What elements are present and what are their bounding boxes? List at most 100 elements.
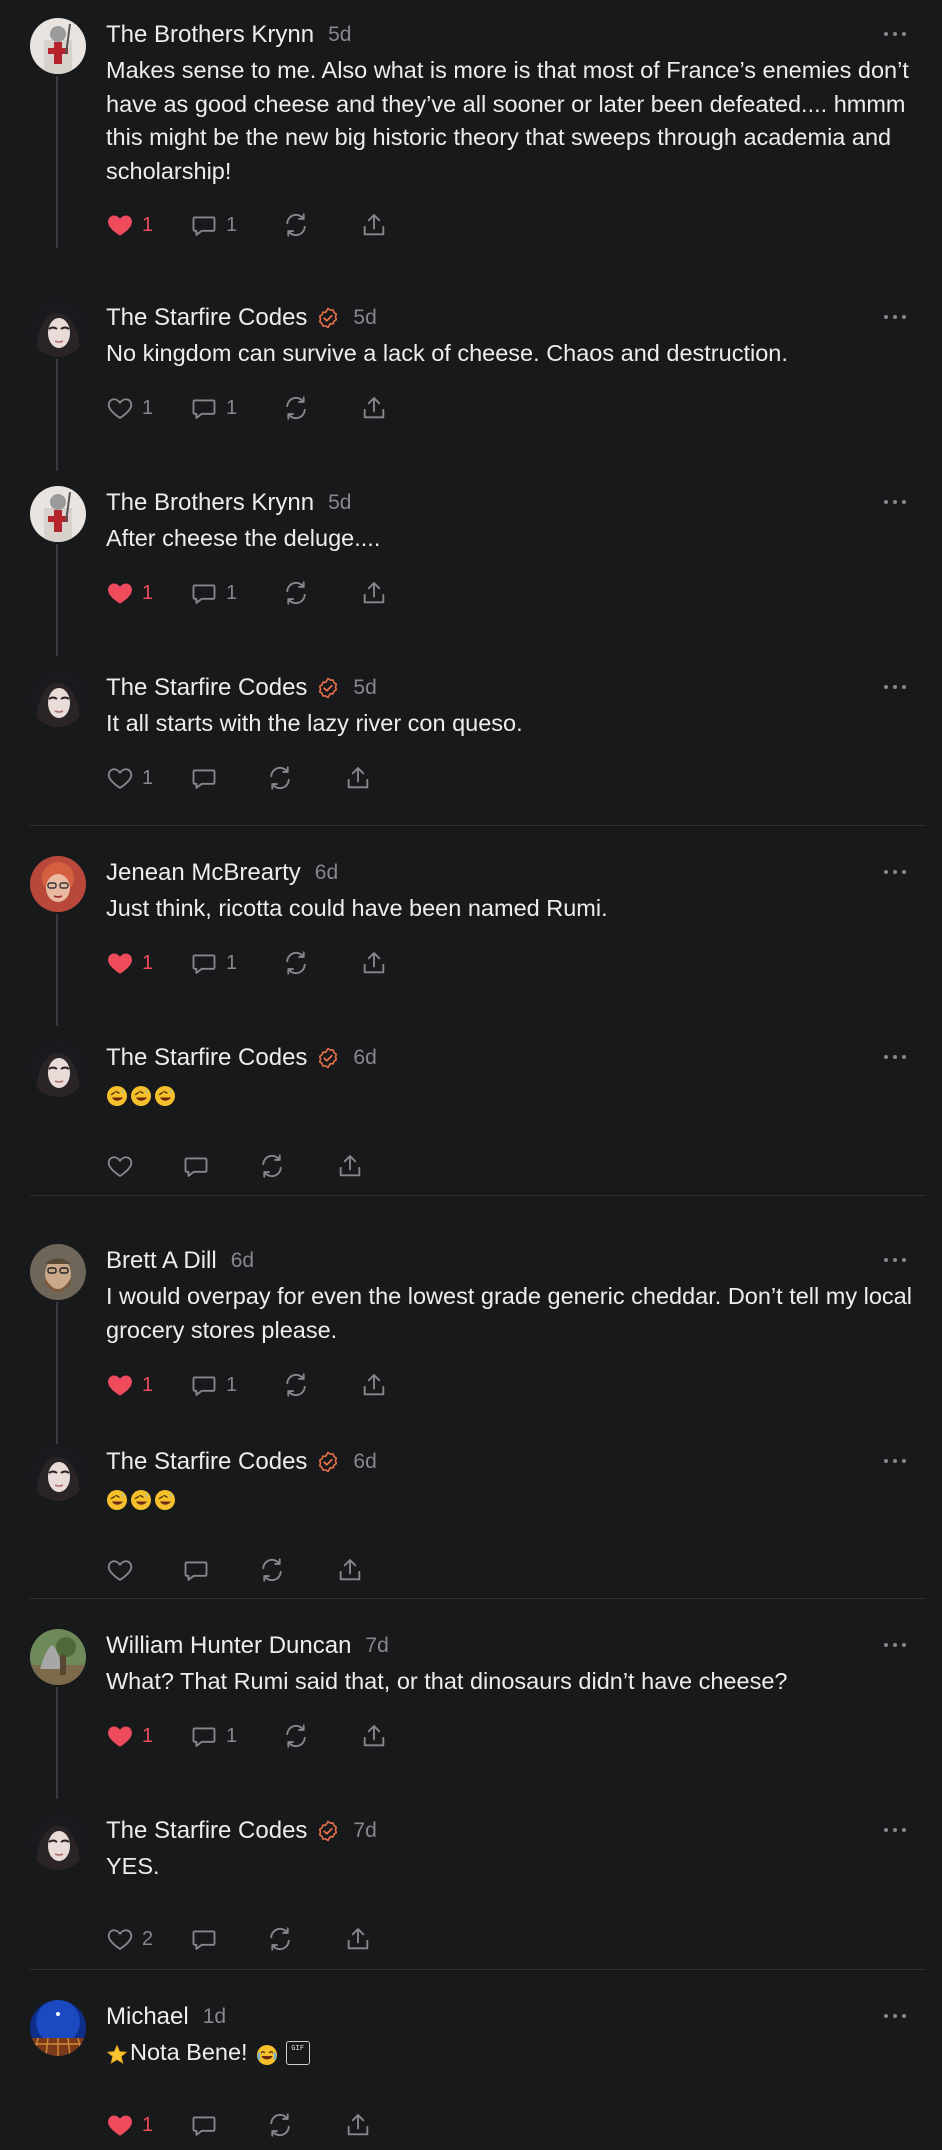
- share-button[interactable]: [360, 578, 388, 608]
- comment-timestamp[interactable]: 5d: [328, 491, 351, 515]
- more-dots-icon[interactable]: [882, 677, 908, 697]
- share-button[interactable]: [344, 1924, 372, 1954]
- reply-button[interactable]: [182, 1151, 210, 1181]
- restack-button[interactable]: [258, 1555, 286, 1585]
- restack-button[interactable]: [266, 1924, 294, 1954]
- comment-timestamp[interactable]: 7d: [353, 1819, 376, 1843]
- avatar[interactable]: [30, 486, 86, 542]
- comment-timestamp[interactable]: 5d: [328, 23, 351, 47]
- comment-timestamp[interactable]: 6d: [231, 1249, 254, 1273]
- author-name[interactable]: The Starfire Codes: [106, 1817, 307, 1845]
- like-button[interactable]: [106, 1555, 134, 1585]
- comment-bubble-icon: [190, 1371, 218, 1399]
- avatar[interactable]: [30, 301, 86, 357]
- author-name[interactable]: The Starfire Codes: [106, 1448, 307, 1476]
- share-button[interactable]: [344, 763, 372, 793]
- comment-text: Just think, ricotta could have been name…: [106, 895, 608, 921]
- like-button[interactable]: 1: [106, 2110, 153, 2140]
- share-button[interactable]: [360, 1370, 388, 1400]
- reply-button[interactable]: [190, 763, 218, 793]
- like-button[interactable]: 2: [106, 1924, 153, 1954]
- restack-button[interactable]: [266, 763, 294, 793]
- share-button[interactable]: [344, 2110, 372, 2140]
- reply-button[interactable]: [190, 1924, 218, 1954]
- more-dots-icon[interactable]: [882, 862, 908, 882]
- more-dots-icon[interactable]: [882, 1250, 908, 1270]
- like-button[interactable]: 1: [106, 763, 153, 793]
- reply-count: 1: [226, 396, 238, 419]
- author-name[interactable]: The Starfire Codes: [106, 674, 307, 702]
- comment-timestamp[interactable]: 6d: [353, 1450, 376, 1474]
- author-name[interactable]: The Brothers Krynn: [106, 21, 314, 49]
- thread-connector-line: [56, 76, 58, 248]
- restack-button[interactable]: [282, 1721, 310, 1751]
- reply-button[interactable]: [190, 2110, 218, 2140]
- restack-button[interactable]: [282, 393, 310, 423]
- share-button[interactable]: [336, 1151, 364, 1181]
- share-icon: [360, 1371, 388, 1399]
- reply-button[interactable]: 1: [190, 1721, 237, 1751]
- restack-button[interactable]: [282, 948, 310, 978]
- like-button[interactable]: [106, 1151, 134, 1181]
- restack-button[interactable]: [282, 1370, 310, 1400]
- author-name[interactable]: The Starfire Codes: [106, 1044, 307, 1072]
- share-button[interactable]: [360, 1721, 388, 1751]
- rofl-emoji-icon: [130, 1487, 152, 1510]
- avatar[interactable]: [30, 1244, 86, 1300]
- like-button[interactable]: 1: [106, 393, 153, 423]
- more-dots-icon[interactable]: [882, 492, 908, 512]
- like-button[interactable]: 1: [106, 1370, 153, 1400]
- comment-timestamp[interactable]: 6d: [315, 861, 338, 885]
- author-name[interactable]: Michael: [106, 2003, 189, 2031]
- avatar[interactable]: [30, 1445, 86, 1501]
- more-dots-icon[interactable]: [882, 1451, 908, 1471]
- restack-button[interactable]: [258, 1151, 286, 1181]
- comment-timestamp[interactable]: 5d: [353, 306, 376, 330]
- author-name[interactable]: Brett A Dill: [106, 1247, 217, 1275]
- more-dots-icon[interactable]: [882, 1820, 908, 1840]
- reply-button[interactable]: 1: [190, 210, 237, 240]
- heart-icon: [106, 2111, 134, 2139]
- comment-body: The Starfire Codes 5d It all starts with t…: [106, 671, 912, 790]
- like-button[interactable]: 1: [106, 578, 153, 608]
- avatar[interactable]: [30, 1041, 86, 1097]
- avatar[interactable]: [30, 18, 86, 74]
- comment-timestamp[interactable]: 6d: [353, 1046, 376, 1070]
- comment-timestamp[interactable]: 1d: [203, 2005, 226, 2029]
- share-button[interactable]: [360, 948, 388, 978]
- author-name[interactable]: The Brothers Krynn: [106, 489, 314, 517]
- avatar[interactable]: [30, 1814, 86, 1870]
- gif-badge[interactable]: GIF: [285, 2040, 310, 2065]
- avatar[interactable]: [30, 1629, 86, 1685]
- like-button[interactable]: 1: [106, 210, 153, 240]
- share-button[interactable]: [360, 210, 388, 240]
- author-name[interactable]: Jenean McBrearty: [106, 859, 301, 887]
- avatar[interactable]: [30, 856, 86, 912]
- reply-count: 1: [226, 1373, 238, 1396]
- like-button[interactable]: 1: [106, 1721, 153, 1751]
- share-button[interactable]: [360, 393, 388, 423]
- avatar[interactable]: [30, 2000, 86, 2056]
- more-dots-icon[interactable]: [882, 24, 908, 44]
- more-dots-icon[interactable]: [882, 307, 908, 327]
- comment-timestamp[interactable]: 7d: [365, 1634, 388, 1658]
- author-name[interactable]: The Starfire Codes: [106, 304, 307, 332]
- more-dots-icon[interactable]: [882, 1047, 908, 1067]
- comment-body: Michael 1d Nota Bene! GIF 1: [106, 2000, 912, 2137]
- restack-button[interactable]: [282, 210, 310, 240]
- reply-button[interactable]: 1: [190, 393, 237, 423]
- avatar[interactable]: [30, 671, 86, 727]
- more-dots-icon[interactable]: [882, 2006, 908, 2026]
- reply-button[interactable]: 1: [190, 1370, 237, 1400]
- restack-button[interactable]: [266, 2110, 294, 2140]
- reply-button[interactable]: 1: [190, 578, 237, 608]
- share-button[interactable]: [336, 1555, 364, 1585]
- author-name[interactable]: William Hunter Duncan: [106, 1632, 351, 1660]
- more-dots-icon[interactable]: [882, 1635, 908, 1655]
- comment-timestamp[interactable]: 5d: [353, 676, 376, 700]
- restack-button[interactable]: [282, 578, 310, 608]
- like-button[interactable]: 1: [106, 948, 153, 978]
- comment-actions: 11: [106, 1721, 426, 1751]
- reply-button[interactable]: [182, 1555, 210, 1585]
- reply-button[interactable]: 1: [190, 948, 237, 978]
